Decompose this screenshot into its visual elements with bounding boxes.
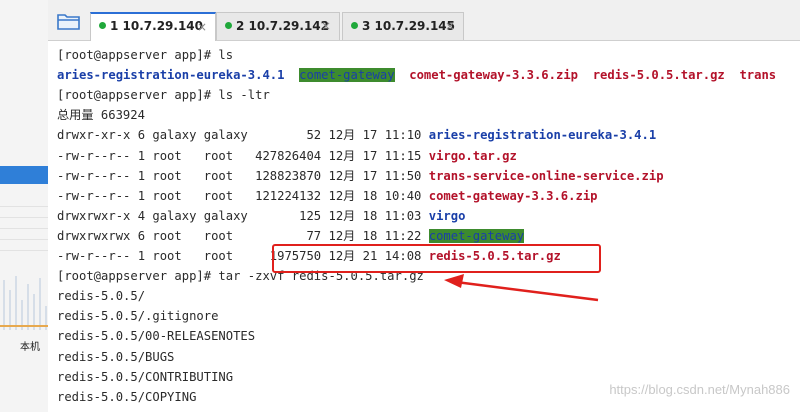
close-icon[interactable]: × — [321, 19, 331, 33]
list-lines — [0, 196, 48, 256]
session-tab-bar: 1 10.7.29.140 × 2 10.7.29.142 × 3 10.7.2… — [48, 0, 800, 41]
connected-dot-icon — [99, 22, 106, 29]
selected-row-bar — [0, 166, 48, 184]
folder-icon[interactable] — [56, 11, 82, 31]
close-icon[interactable]: × — [197, 20, 207, 34]
connected-dot-icon — [225, 22, 232, 29]
mini-chart — [0, 276, 48, 330]
background-app-panel: 本机 — [0, 0, 48, 412]
annotation-arrow — [444, 274, 599, 302]
watermark: https://blog.csdn.net/Mynah886 — [609, 382, 790, 397]
tab-session-2[interactable]: 2 10.7.29.142 × — [216, 12, 340, 40]
terminal-output[interactable]: redis-5.0.5/COPYING redis-5.0.5/CONTRIBUT… — [48, 41, 800, 412]
tab-label: 2 10.7.29.142 — [236, 19, 329, 33]
tab-session-3[interactable]: 3 10.7.29.145 × — [342, 12, 464, 40]
local-label: 本机 — [20, 342, 40, 353]
close-icon[interactable]: × — [445, 19, 455, 33]
tab-session-1[interactable]: 1 10.7.29.140 × — [90, 12, 216, 41]
connected-dot-icon — [351, 22, 358, 29]
tab-label: 1 10.7.29.140 — [110, 19, 203, 33]
tab-label: 3 10.7.29.145 — [362, 19, 455, 33]
